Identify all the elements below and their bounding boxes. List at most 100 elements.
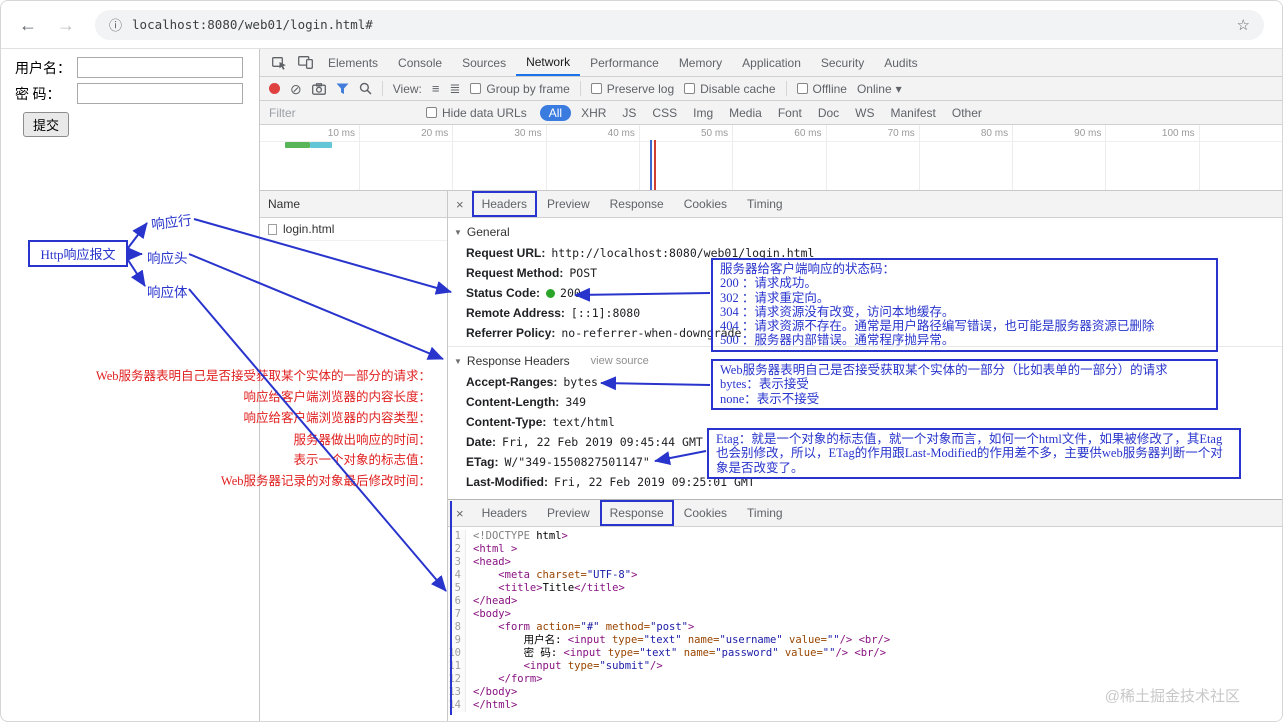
throttling-dropdown[interactable]: Online ▾ <box>857 82 902 96</box>
hide-data-urls-label: Hide data URLs <box>442 105 527 120</box>
filter-type-manifest[interactable]: Manifest <box>885 105 942 121</box>
devtools-tab-memory[interactable]: Memory <box>669 49 732 76</box>
code-text: <body> <box>473 608 511 620</box>
username-input[interactable] <box>77 57 243 78</box>
line-number: 6 <box>448 595 466 608</box>
network-filter-bar: Hide data URLs AllXHRJSCSSImgMediaFontDo… <box>260 101 1282 125</box>
devtools-tab-performance[interactable]: Performance <box>580 49 669 76</box>
devtools-tab-security[interactable]: Security <box>811 49 874 76</box>
filter-type-other[interactable]: Other <box>946 105 988 121</box>
filter-type-all[interactable]: All <box>539 104 572 121</box>
close-icon[interactable]: × <box>448 191 472 217</box>
devtools-tab-network[interactable]: Network <box>516 49 581 76</box>
filter-input[interactable] <box>269 105 417 120</box>
search-icon[interactable] <box>359 82 372 95</box>
group-by-frame-label: Group by frame <box>486 81 570 96</box>
response-tab-response[interactable]: Response <box>600 500 674 526</box>
timeline-tick-label: 20 ms <box>421 128 449 139</box>
section-title-text: General <box>466 225 510 239</box>
filter-type-media[interactable]: Media <box>723 105 768 121</box>
name-column-header[interactable]: Name <box>260 191 447 218</box>
request-row[interactable]: login.html <box>260 218 447 241</box>
timeline-gridline <box>1198 125 1200 190</box>
details-tabbar: × Headers Preview Response Cookies Timing <box>448 191 1282 218</box>
url-text[interactable]: localhost:8080/web01/login.html# <box>132 17 1227 32</box>
code-text: <input type="submit"/> <box>523 660 663 672</box>
line-number: 14 <box>448 699 466 712</box>
record-button[interactable] <box>269 83 280 94</box>
page-info-icon[interactable]: ⓘ <box>109 15 122 34</box>
timeline-tick-label: 30 ms <box>514 128 542 139</box>
annotation-etag-box: Etag：就是一个对象的标志值，就一个对象而言，如何一个html文件，如果被修改… <box>707 428 1241 479</box>
password-input[interactable] <box>77 83 243 104</box>
hide-data-urls-checkbox[interactable]: Hide data URLs <box>426 106 527 120</box>
code-line: 5 <title>Title</title> <box>448 582 1282 595</box>
general-section-title[interactable]: ▼ General <box>448 218 1282 244</box>
timeline-tick-label: 80 ms <box>980 128 1009 139</box>
clear-icon[interactable]: ⊘ <box>290 82 302 96</box>
preserve-log-checkbox[interactable]: Preserve log <box>590 81 675 96</box>
code-line: 4 <meta charset="UTF-8"> <box>448 569 1282 582</box>
disclosure-triangle-icon: ▼ <box>454 227 462 237</box>
devtools-tab-application[interactable]: Application <box>732 49 811 76</box>
detail-tab-timing[interactable]: Timing <box>737 191 793 217</box>
bookmark-star-icon[interactable]: ☆ <box>1237 16 1250 34</box>
filter-type-xhr[interactable]: XHR <box>575 105 612 121</box>
annotation-line: none：表示不接受 <box>720 391 820 406</box>
view-list-icon[interactable]: ≡ <box>432 81 440 96</box>
annotation-line: 302 ：请求重定向。 <box>720 290 830 305</box>
detail-tab-response[interactable]: Response <box>600 191 674 217</box>
response-tab-preview[interactable]: Preview <box>537 500 600 526</box>
filter-type-font[interactable]: Font <box>772 105 808 121</box>
browser-toolbar: ← → ⓘ localhost:8080/web01/login.html# ☆ <box>1 1 1282 49</box>
header-name: Referrer Policy: <box>466 326 556 340</box>
inspect-element-icon[interactable] <box>266 49 292 76</box>
filter-type-doc[interactable]: Doc <box>812 105 845 121</box>
devtools-tab-elements[interactable]: Elements <box>318 49 388 76</box>
annotation-line: 200 ：请求成功。 <box>720 276 817 291</box>
filter-type-ws[interactable]: WS <box>849 105 880 121</box>
filter-icon[interactable] <box>336 83 349 95</box>
devtools-tab-audits[interactable]: Audits <box>874 49 927 76</box>
back-icon[interactable]: ← <box>19 16 37 34</box>
group-by-frame-checkbox[interactable]: Group by frame <box>470 81 570 96</box>
annotation-red-note: 响应给客户端浏览器的内容长度： <box>243 390 431 404</box>
forward-icon[interactable]: → <box>57 16 75 34</box>
detail-tab-preview[interactable]: Preview <box>537 191 600 217</box>
code-line: 11 <input type="submit"/> <box>448 660 1282 673</box>
filter-type-list: All XHR JS CSS Img Media Font Doc WS Manifest Othe… <box>539 104 988 121</box>
annotation-accept-ranges-box: Web服务器表明自己是否接受获取某个实体的一部分（比如表单的一部分）的请求 byt… <box>711 359 1218 410</box>
screenshot-capture-icon[interactable] <box>311 82 326 95</box>
filter-type-css[interactable]: CSS <box>646 105 683 121</box>
device-toolbar-icon[interactable] <box>292 49 318 76</box>
annotation-response-line-label: 响应行 <box>150 212 193 233</box>
file-icon <box>268 223 277 235</box>
filter-type-js[interactable]: JS <box>616 105 642 121</box>
timeline-gridline <box>1012 125 1014 190</box>
filter-type-img[interactable]: Img <box>687 105 719 121</box>
response-tab-headers[interactable]: Headers <box>472 500 537 526</box>
view-source-link[interactable]: view source <box>591 355 649 367</box>
view-overview-icon[interactable]: ≣ <box>449 81 460 97</box>
devtools-tab-console[interactable]: Console <box>388 49 452 76</box>
code-text: <title>Title</title> <box>498 582 625 594</box>
disclosure-triangle-icon: ▼ <box>454 356 462 366</box>
timeline-gridline <box>825 125 827 190</box>
network-overview-timeline[interactable]: 10 ms 20 ms 30 ms 40 ms 50 ms 60 ms 70 ms 80 ms… <box>260 125 1282 191</box>
preserve-log-label: Preserve log <box>606 81 675 96</box>
submit-button[interactable]: 提交 <box>23 112 70 137</box>
header-value: text/html <box>552 415 615 429</box>
address-bar[interactable]: ⓘ localhost:8080/web01/login.html# ☆ <box>95 9 1264 40</box>
annotation-line: 304 ：请求资源没有改变，访问本地缓存。 <box>720 304 955 319</box>
disable-cache-label: Disable cache <box>700 81 776 96</box>
close-icon[interactable]: × <box>448 500 472 526</box>
offline-checkbox[interactable]: Offline <box>796 82 847 96</box>
response-tab-cookies[interactable]: Cookies <box>674 500 737 526</box>
detail-tab-headers[interactable]: Headers <box>472 191 537 217</box>
disable-cache-checkbox[interactable]: Disable cache <box>684 81 776 96</box>
response-tab-timing[interactable]: Timing <box>737 500 793 526</box>
timeline-gridline <box>918 125 920 190</box>
annotation-red-note: Web服务器记录的对象最后修改时间： <box>220 474 431 488</box>
detail-tab-cookies[interactable]: Cookies <box>674 191 737 217</box>
devtools-tab-sources[interactable]: Sources <box>452 49 516 76</box>
